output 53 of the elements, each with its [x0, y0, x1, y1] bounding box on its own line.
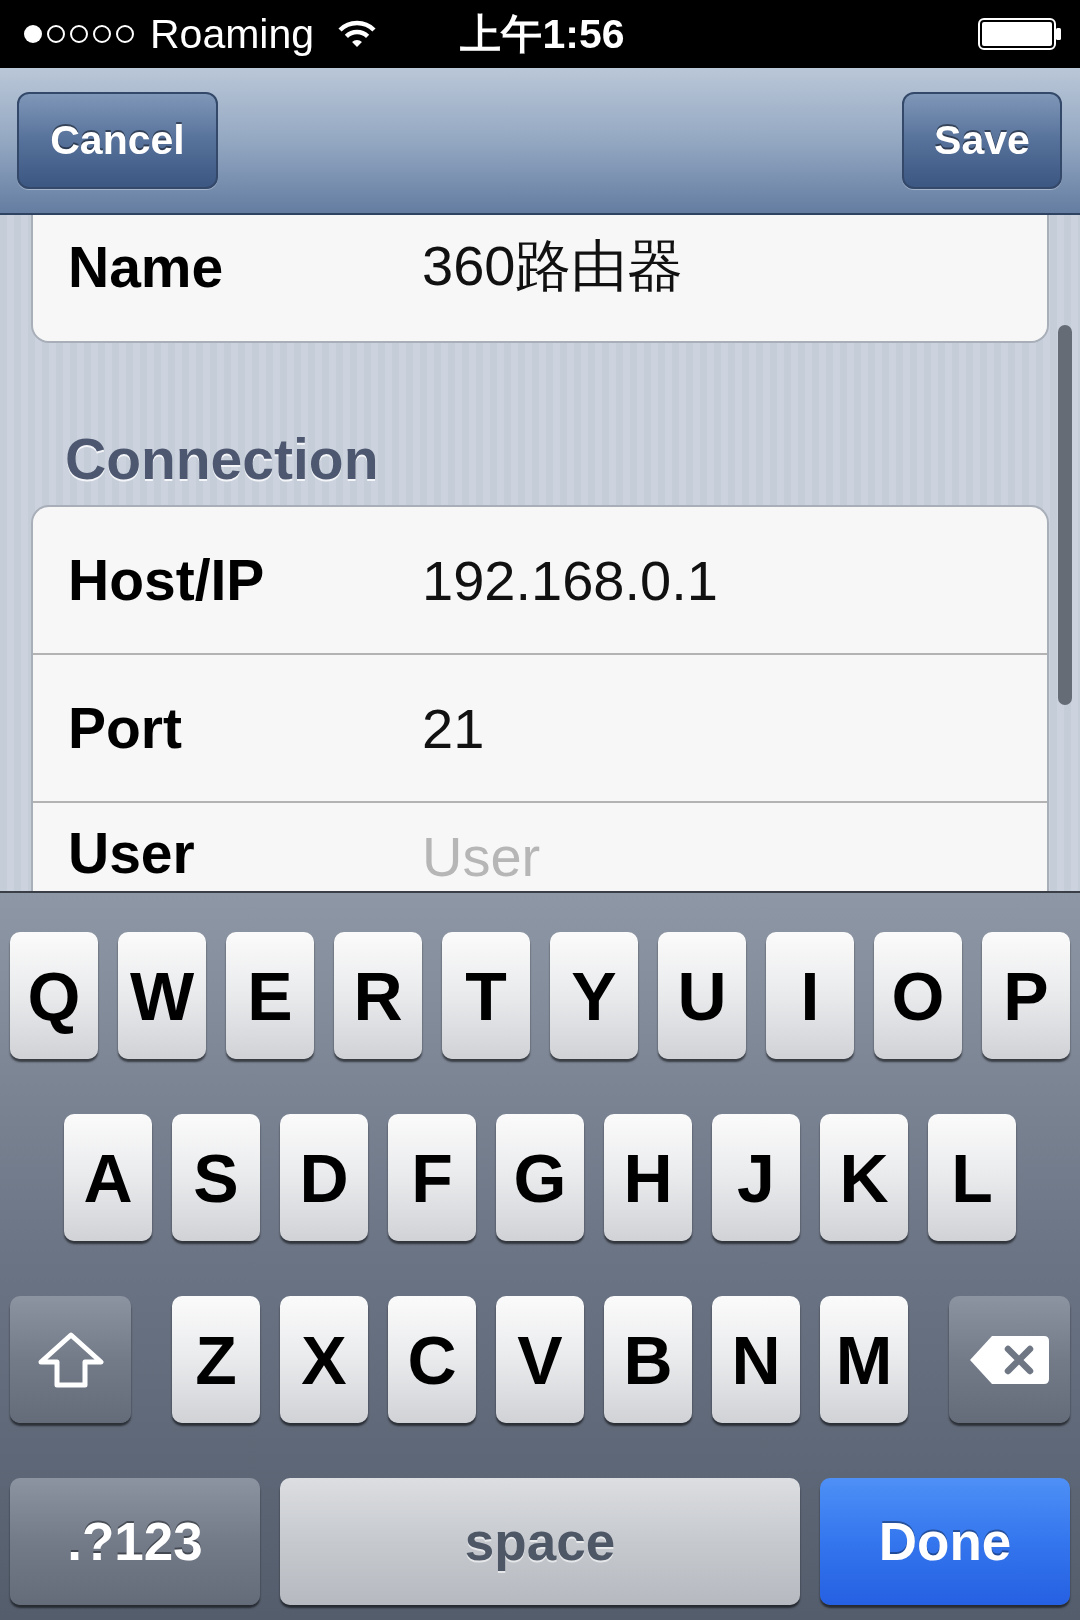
form-cell[interactable]: User User	[33, 801, 1047, 891]
letter-key[interactable]: R	[334, 932, 422, 1059]
text-field[interactable]: 192.168.0.1	[422, 549, 1027, 611]
letter-key[interactable]: X	[280, 1296, 368, 1423]
form-cell[interactable]: Host/IP 192.168.0.1	[33, 507, 1047, 653]
numbers-key[interactable]: .?123	[10, 1478, 260, 1605]
letter-key[interactable]: Q	[10, 932, 98, 1059]
wifi-icon	[337, 19, 378, 49]
shift-icon	[37, 1331, 104, 1388]
letter-key[interactable]: A	[64, 1114, 152, 1241]
field-label: Name	[68, 238, 225, 296]
letter-key[interactable]: P	[982, 932, 1070, 1059]
letter-key[interactable]: K	[820, 1114, 908, 1241]
letter-key[interactable]: W	[118, 932, 206, 1059]
carrier-name: Roaming	[150, 13, 315, 55]
letter-key[interactable]: V	[496, 1296, 584, 1423]
letter-key[interactable]: I	[766, 932, 854, 1059]
letter-key[interactable]: B	[604, 1296, 692, 1423]
form-cell[interactable]: Name 360路由器	[33, 215, 1047, 341]
backspace-icon	[969, 1334, 1050, 1385]
done-key[interactable]: Done	[820, 1478, 1070, 1605]
field-label: Port	[68, 699, 183, 757]
battery-icon	[978, 18, 1062, 50]
letter-key[interactable]: T	[442, 932, 530, 1059]
text-field[interactable]: 21	[422, 697, 1027, 759]
letter-key[interactable]: O	[874, 932, 962, 1059]
letter-key[interactable]: J	[712, 1114, 800, 1241]
letter-key[interactable]: Y	[550, 932, 638, 1059]
field-label: User	[68, 825, 196, 882]
letter-key[interactable]: E	[226, 932, 314, 1059]
delete-key[interactable]	[949, 1296, 1070, 1423]
form-cell[interactable]: Port 21	[33, 653, 1047, 801]
letter-key[interactable]: F	[388, 1114, 476, 1241]
save-button[interactable]: Save	[902, 92, 1062, 189]
letter-key[interactable]: N	[712, 1296, 800, 1423]
letter-key[interactable]: Z	[172, 1296, 260, 1423]
letter-key[interactable]: H	[604, 1114, 692, 1241]
letter-key[interactable]: C	[388, 1296, 476, 1423]
text-field[interactable]: 360路由器	[422, 236, 1027, 298]
status-time: 上午1:56	[460, 13, 625, 55]
shift-key[interactable]	[10, 1296, 131, 1423]
space-key[interactable]: space	[280, 1478, 800, 1605]
letter-key[interactable]: D	[280, 1114, 368, 1241]
field-label: Host/IP	[68, 551, 266, 609]
letter-key[interactable]: S	[172, 1114, 260, 1241]
text-field[interactable]: User	[422, 825, 1027, 887]
signal-icon	[23, 24, 135, 44]
letter-key[interactable]: L	[928, 1114, 1016, 1241]
section-header: Connection	[65, 429, 379, 489]
cancel-button[interactable]: Cancel	[17, 92, 218, 189]
letter-key[interactable]: U	[658, 932, 746, 1059]
letter-key[interactable]: G	[496, 1114, 584, 1241]
letter-key[interactable]: M	[820, 1296, 908, 1423]
